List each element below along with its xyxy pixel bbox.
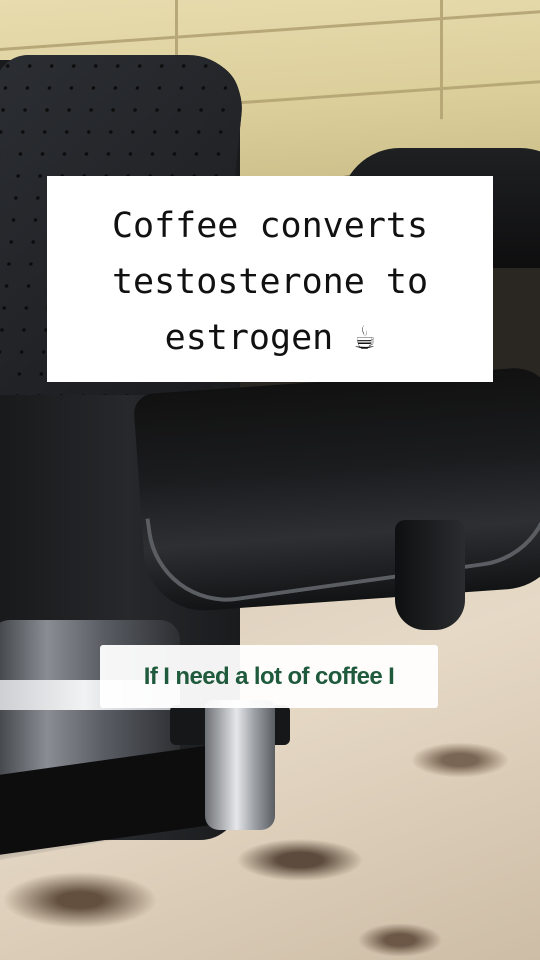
headline-caption: Coffee converts testosterone to estrogen… [47,176,493,382]
headline-line-2: testosterone to [111,262,429,302]
headline-line-3: estrogen ☕ [164,318,376,358]
subtitle-caption: If I need a lot of coffee I [100,645,438,708]
brew-spout [395,520,465,630]
video-frame[interactable] [0,0,540,960]
carafe-handle [205,700,275,830]
headline-line-1: Coffee converts [111,206,429,246]
